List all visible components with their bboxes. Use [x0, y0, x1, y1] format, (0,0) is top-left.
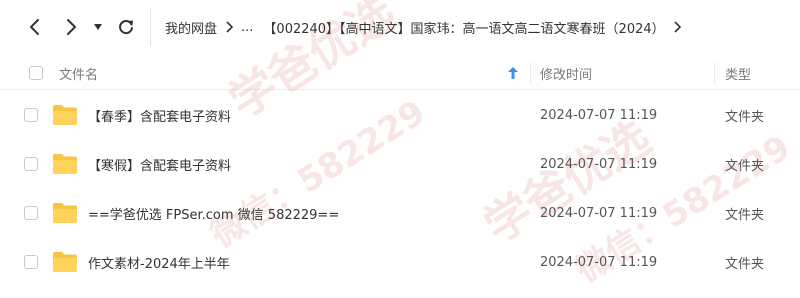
- chevron-left-icon: [30, 19, 39, 35]
- file-type: 文件夹: [725, 159, 765, 174]
- back-button[interactable]: [22, 14, 48, 40]
- file-name[interactable]: 作文素材-2024年上半年: [88, 238, 230, 287]
- breadcrumb-ellipsis[interactable]: ...: [241, 20, 253, 35]
- sort-ascending-icon[interactable]: [508, 56, 518, 90]
- row-checkbox[interactable]: [24, 206, 38, 220]
- column-modified[interactable]: 修改时间: [540, 56, 592, 90]
- column-divider: [714, 62, 715, 84]
- breadcrumb-current[interactable]: 【002240】【高中语文】国家玮：高一语文高二语文寒春班（2024）: [263, 18, 664, 37]
- forward-button[interactable]: [58, 14, 84, 40]
- file-list-header: 文件名 修改时间 类型: [0, 56, 800, 90]
- breadcrumb-separator-icon: [673, 21, 681, 33]
- toolbar: 我的网盘 ... 【002240】【高中语文】国家玮：高一语文高二语文寒春班（2…: [0, 0, 800, 54]
- file-row[interactable]: 作文素材-2024年上半年 2024-07-07 11:19 文件夹: [0, 238, 800, 287]
- folder-icon: [53, 252, 77, 272]
- folder-icon: [53, 105, 77, 125]
- column-divider: [530, 62, 531, 84]
- history-dropdown-button[interactable]: [88, 14, 108, 40]
- file-row[interactable]: 【春季】含配套电子资料 2024-07-07 11:19 文件夹: [0, 91, 800, 140]
- file-name[interactable]: 【寒假】含配套电子资料: [88, 140, 231, 189]
- refresh-button[interactable]: [113, 14, 139, 40]
- select-all-checkbox[interactable]: [29, 66, 43, 80]
- row-checkbox[interactable]: [24, 255, 38, 269]
- column-type[interactable]: 类型: [725, 56, 751, 90]
- breadcrumb-separator-icon: [225, 21, 234, 33]
- file-row[interactable]: 【寒假】含配套电子资料 2024-07-07 11:19 文件夹: [0, 140, 800, 189]
- caret-down-icon: [94, 24, 102, 30]
- file-type: 文件夹: [725, 257, 765, 272]
- file-type: 文件夹: [725, 110, 765, 125]
- row-checkbox[interactable]: [24, 157, 38, 171]
- file-row[interactable]: ==学爸优选 FPSer.com 微信 582229== 2024-07-07 …: [0, 189, 800, 238]
- breadcrumb-root[interactable]: 我的网盘: [165, 18, 217, 37]
- row-checkbox[interactable]: [24, 108, 38, 122]
- chevron-right-icon: [67, 19, 76, 35]
- file-modified: 2024-07-07 11:19: [540, 206, 658, 221]
- refresh-icon: [119, 20, 133, 35]
- folder-icon: [53, 154, 77, 174]
- file-type: 文件夹: [725, 208, 765, 223]
- file-modified: 2024-07-07 11:19: [540, 255, 658, 270]
- file-modified: 2024-07-07 11:19: [540, 108, 658, 123]
- folder-icon: [53, 203, 77, 223]
- arrow-up-icon: [508, 67, 518, 79]
- breadcrumb: 我的网盘 ... 【002240】【高中语文】国家玮：高一语文高二语文寒春班（2…: [150, 8, 790, 46]
- file-name[interactable]: 【春季】含配套电子资料: [88, 91, 231, 140]
- file-modified: 2024-07-07 11:19: [540, 157, 658, 172]
- file-name[interactable]: ==学爸优选 FPSer.com 微信 582229==: [88, 189, 339, 238]
- column-name[interactable]: 文件名: [59, 56, 98, 90]
